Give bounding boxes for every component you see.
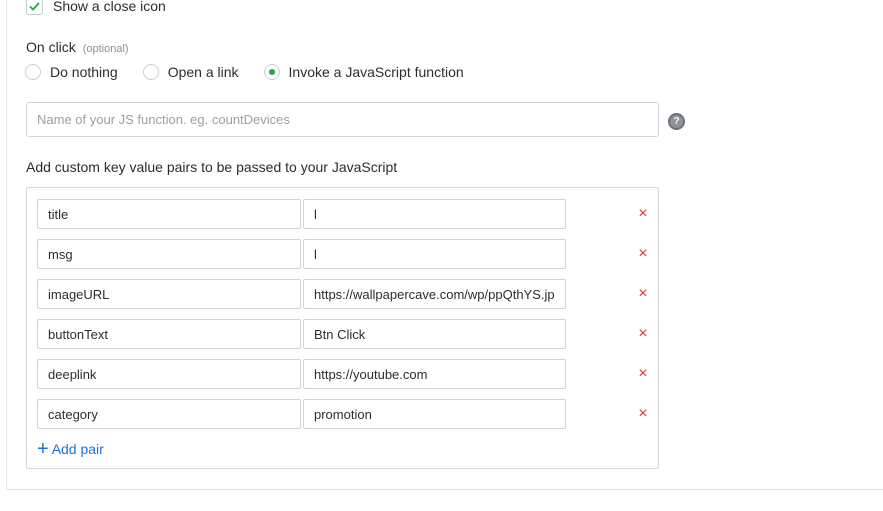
radio-do-nothing-circle[interactable]	[25, 64, 41, 80]
show-close-icon-checkbox[interactable]	[26, 0, 43, 15]
radio-open-link-label: Open a link	[167, 64, 239, 80]
pair-value-input[interactable]	[303, 359, 566, 389]
on-click-heading: On click (optional)	[26, 39, 129, 55]
remove-pair-icon[interactable]: ×	[635, 326, 651, 342]
on-click-label: On click	[26, 39, 76, 55]
optional-hint: (optional)	[82, 43, 129, 55]
kv-pair-row: ×	[37, 279, 653, 309]
kv-pair-row: ×	[37, 399, 653, 429]
pair-value-input[interactable]	[303, 239, 566, 269]
pair-value-input[interactable]	[303, 319, 566, 349]
pair-key-input[interactable]	[37, 319, 301, 349]
radio-invoke-js-circle[interactable]	[263, 64, 280, 80]
show-close-icon-label: Show a close icon	[53, 0, 166, 14]
remove-pair-icon[interactable]: ×	[635, 366, 651, 382]
pair-key-input[interactable]	[37, 279, 301, 309]
pair-key-input[interactable]	[37, 359, 301, 389]
radio-do-nothing-label: Do nothing	[50, 64, 118, 80]
remove-pair-icon[interactable]: ×	[635, 406, 651, 422]
pair-key-input[interactable]	[37, 199, 301, 229]
remove-pair-icon[interactable]: ×	[635, 246, 651, 262]
plus-icon: +	[37, 438, 49, 460]
pair-key-input[interactable]	[37, 239, 301, 269]
radio-invoke-js[interactable]: Invoke a JavaScript function	[263, 64, 464, 80]
radio-invoke-js-label: Invoke a JavaScript function	[288, 64, 464, 80]
radio-open-link-circle[interactable]	[142, 64, 159, 80]
js-function-name-input[interactable]	[26, 102, 659, 137]
custom-pairs-box: × × × × × × + Add pair	[26, 187, 659, 469]
radio-do-nothing[interactable]: Do nothing	[25, 64, 118, 80]
question-icon[interactable]: ?	[668, 113, 685, 130]
custom-pairs-heading: Add custom key value pairs to be passed …	[26, 159, 398, 175]
kv-pair-row: ×	[37, 359, 653, 389]
on-click-radio-group: Do nothing Open a link Invoke a JavaScri…	[25, 62, 489, 82]
add-pair-button[interactable]: + Add pair	[37, 439, 104, 459]
show-close-icon-option[interactable]: Show a close icon	[26, 0, 166, 16]
pair-value-input[interactable]	[303, 279, 566, 309]
remove-pair-icon[interactable]: ×	[635, 286, 651, 302]
pair-value-input[interactable]	[303, 399, 566, 429]
pair-key-input[interactable]	[37, 399, 301, 429]
radio-open-link[interactable]: Open a link	[142, 64, 239, 80]
add-pair-label: Add pair	[51, 441, 104, 457]
remove-pair-icon[interactable]: ×	[635, 206, 651, 222]
pair-value-input[interactable]	[303, 199, 566, 229]
kv-pair-row: ×	[37, 319, 653, 349]
checkmark-icon	[29, 1, 40, 11]
radio-selected-dot	[268, 69, 275, 75]
kv-pair-row: ×	[37, 199, 653, 229]
kv-pair-row: ×	[37, 239, 653, 269]
